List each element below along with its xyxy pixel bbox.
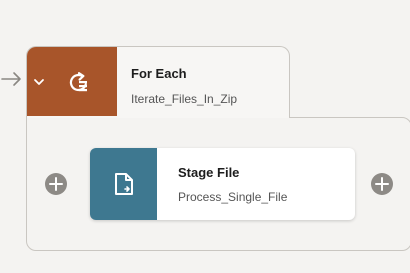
stage-file-title: Stage File (178, 165, 240, 180)
foreach-node[interactable]: For Each Iterate_Files_In_Zip (26, 46, 290, 118)
stage-file-icon-block (90, 148, 157, 220)
chevron-down-icon[interactable] (32, 75, 46, 89)
add-action-button-right[interactable] (371, 173, 393, 195)
stage-file-node[interactable]: Stage File Process_Single_File (90, 148, 355, 220)
plus-icon (49, 177, 63, 191)
incoming-arrow-icon (1, 72, 21, 86)
foreach-icon-block (27, 47, 117, 118)
plus-icon (375, 177, 389, 191)
foreach-title: For Each (131, 66, 187, 81)
file-icon (115, 173, 133, 195)
loop-icon (69, 72, 87, 92)
foreach-subtitle: Iterate_Files_In_Zip (131, 92, 238, 106)
stage-file-subtitle: Process_Single_File (178, 190, 288, 204)
add-action-button-left[interactable] (45, 173, 67, 195)
tab-gap-cover (27, 116, 289, 118)
